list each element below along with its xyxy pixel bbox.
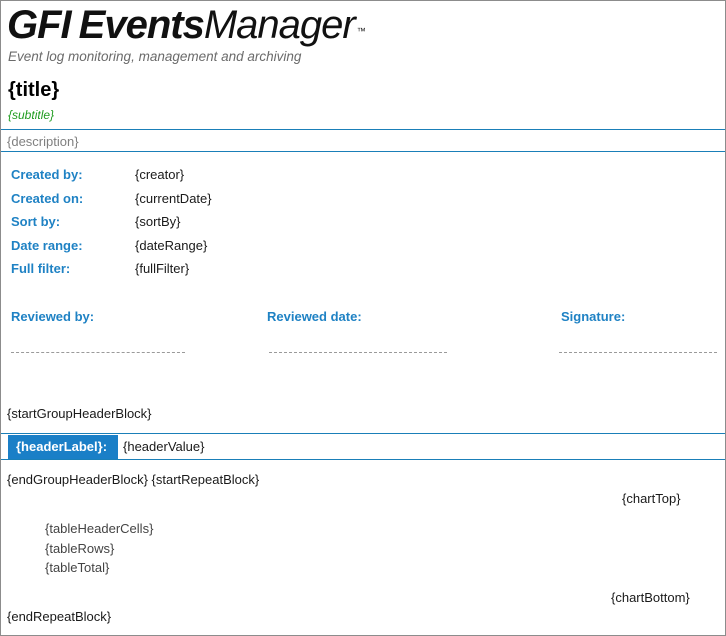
signature-line <box>559 352 717 353</box>
table-total-placeholder: {tableTotal} <box>45 560 110 575</box>
report-template-page: GFI EventsManager ™ Event log monitoring, … <box>0 0 726 636</box>
full-filter-label: Full filter: <box>11 261 71 276</box>
reviewed-by-label: Reviewed by: <box>11 309 95 324</box>
end-group-start-repeat-block: {endGroupHeaderBlock} {startRepeatBlock} <box>7 472 260 487</box>
full-filter-value: {fullFilter} <box>135 261 190 276</box>
date-range-value: {dateRange} <box>135 238 208 253</box>
logo-tagline: Event log monitoring, management and arc… <box>8 49 302 64</box>
divider-top <box>1 129 725 130</box>
group-header-top-rule <box>1 433 725 434</box>
reviewed-date-label: Reviewed date: <box>267 309 362 324</box>
group-header-bottom-rule <box>1 459 725 460</box>
divider-bottom <box>1 151 725 152</box>
table-header-cells-placeholder: {tableHeaderCells} <box>45 521 154 536</box>
table-rows-placeholder: {tableRows} <box>45 541 115 556</box>
start-group-header-block: {startGroupHeaderBlock} <box>7 406 152 421</box>
date-range-label: Date range: <box>11 238 83 253</box>
logo-manager-text: Manager <box>203 3 356 47</box>
report-subtitle: {subtitle} <box>8 108 55 122</box>
created-on-value: {currentDate} <box>135 191 212 206</box>
reviewed-by-line <box>11 352 185 353</box>
report-description: {description} <box>7 134 79 149</box>
chart-bottom-placeholder: {chartBottom} <box>611 590 690 605</box>
header-label: {headerLabel}: <box>16 439 108 454</box>
report-title: {title} <box>8 79 60 101</box>
logo-trademark: ™ <box>356 26 366 36</box>
logo-gfi-text: GFI <box>7 3 72 47</box>
sort-by-label: Sort by: <box>11 214 61 229</box>
logo-events-text: Events <box>78 3 205 47</box>
chart-top-placeholder: {chartTop} <box>622 491 681 506</box>
sort-by-value: {sortBy} <box>135 214 181 229</box>
end-repeat-block: {endRepeatBlock} <box>7 609 112 624</box>
created-on-label: Created on: <box>11 191 84 206</box>
reviewed-date-line <box>269 352 447 353</box>
header-value: {headerValue} <box>123 439 205 454</box>
created-by-value: {creator} <box>135 167 185 182</box>
created-by-label: Created by: <box>11 167 83 182</box>
signature-label: Signature: <box>561 309 626 324</box>
gfi-eventsmanager-logo: GFI EventsManager ™ <box>7 2 366 48</box>
